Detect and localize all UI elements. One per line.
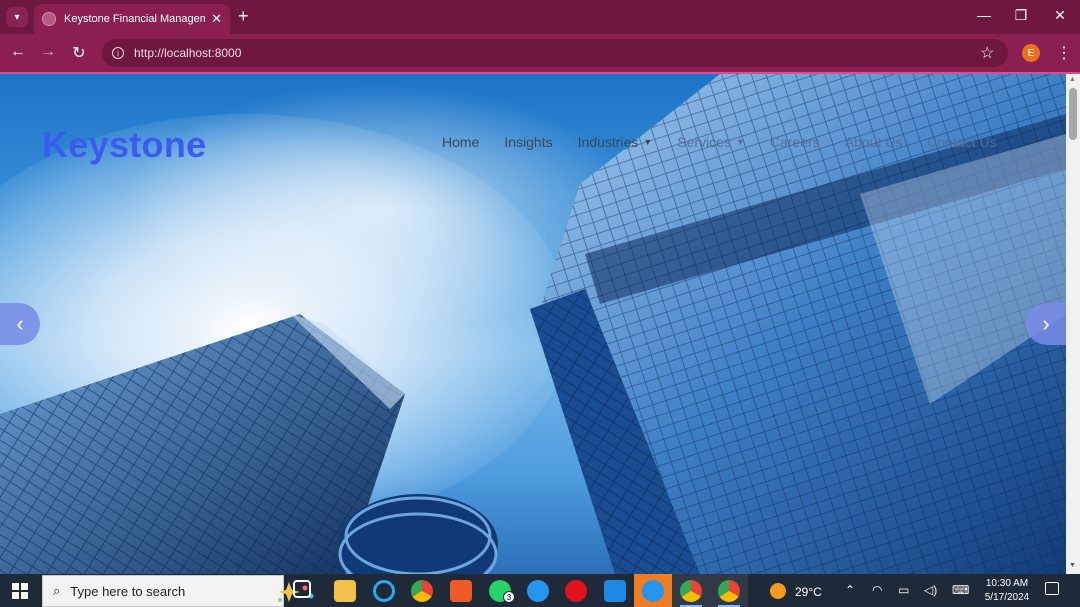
- taskbar-docker-active[interactable]: [634, 574, 672, 607]
- site-logo[interactable]: Keystone: [42, 124, 206, 166]
- vscode-icon[interactable]: [604, 580, 626, 602]
- nav-careers[interactable]: Careers: [770, 134, 820, 150]
- chrome-profile-icon: [718, 580, 740, 602]
- nav-home[interactable]: Home: [442, 134, 479, 150]
- search-icon: ⌕: [53, 583, 61, 598]
- forward-arrow-icon[interactable]: →: [38, 43, 58, 61]
- new-tab-button[interactable]: +: [238, 6, 249, 27]
- clock-time: 10:30 AM: [985, 578, 1029, 589]
- app-icon[interactable]: [450, 580, 472, 602]
- docker-icon: [642, 580, 664, 602]
- chevron-up-icon[interactable]: ⌃: [845, 583, 855, 597]
- chevron-left-icon: ‹: [16, 311, 24, 336]
- minimize-button[interactable]: —: [974, 7, 994, 23]
- tab-title: Keystone Financial Management: [64, 13, 206, 25]
- close-window-button[interactable]: ✕: [1050, 7, 1070, 24]
- restore-button[interactable]: ❐: [1011, 7, 1031, 24]
- chrome-icon[interactable]: [411, 580, 433, 602]
- weather-temperature[interactable]: 29°C: [795, 585, 822, 599]
- taskbar-chrome-active[interactable]: [672, 574, 710, 607]
- nav-industries[interactable]: Industries ▼: [578, 134, 653, 150]
- system-clock[interactable]: 10:30 AM 5/17/2024: [984, 577, 1030, 605]
- page-scrollbar[interactable]: ▲ ▼: [1066, 74, 1080, 574]
- reload-icon[interactable]: ↻: [69, 43, 89, 63]
- address-toolbar: ← → ↻ i http://localhost:8000 ☆ E ⋮: [0, 34, 1080, 72]
- chevron-down-icon: ▾: [14, 11, 20, 23]
- globe-icon: [42, 12, 56, 26]
- keyboard-icon[interactable]: ⌨: [952, 583, 969, 597]
- chevron-down-icon: ▼: [643, 137, 653, 147]
- carousel-prev-button[interactable]: ‹: [0, 303, 40, 345]
- scroll-down-icon[interactable]: ▼: [1069, 562, 1076, 569]
- chrome-profile-icon: [680, 580, 702, 602]
- tab-search-button[interactable]: ▾: [6, 7, 28, 27]
- nav-contact-us[interactable]: Contact Us: [927, 134, 996, 150]
- back-arrow-icon[interactable]: ←: [8, 43, 28, 61]
- close-tab-icon[interactable]: ✕: [211, 11, 222, 27]
- battery-icon[interactable]: ▭: [898, 583, 909, 597]
- taskbar-search-box[interactable]: ⌕ Type here to search: [42, 575, 314, 607]
- windows-start-icon[interactable]: [12, 583, 28, 599]
- hero-carousel: Keystone Home Insights Industries ▼ Servi…: [0, 74, 1066, 574]
- volume-icon[interactable]: ◁): [924, 583, 937, 597]
- docker-icon[interactable]: [527, 580, 549, 602]
- nav-about-us[interactable]: About Us: [845, 134, 903, 150]
- carousel-next-button[interactable]: ›: [1026, 303, 1066, 345]
- nav-insights[interactable]: Insights: [504, 134, 552, 150]
- nav-services[interactable]: Services ▼: [677, 134, 745, 150]
- site-info-icon[interactable]: i: [112, 47, 124, 59]
- cortana-icon[interactable]: [373, 580, 395, 602]
- chevron-right-icon: ›: [1042, 311, 1050, 336]
- whatsapp-badge: 3: [503, 591, 515, 603]
- scroll-thumb[interactable]: [1069, 88, 1077, 140]
- file-explorer-icon[interactable]: [334, 580, 356, 602]
- taskbar-chrome-2[interactable]: [710, 574, 748, 607]
- weather-icon[interactable]: [770, 583, 786, 599]
- opera-icon[interactable]: [565, 580, 587, 602]
- notification-icon[interactable]: [1045, 582, 1059, 595]
- tab-strip: ▾ Keystone Financial Management ✕ + — ❐ …: [0, 0, 1080, 34]
- network-icon[interactable]: ◠: [872, 583, 882, 597]
- task-view-icon[interactable]: [293, 580, 311, 598]
- browser-tab[interactable]: Keystone Financial Management ✕: [34, 4, 230, 34]
- search-placeholder: Type here to search: [70, 583, 186, 599]
- scroll-up-icon[interactable]: ▲: [1069, 76, 1076, 83]
- address-bar[interactable]: i http://localhost:8000: [102, 39, 1008, 67]
- url-text: http://localhost:8000: [134, 46, 242, 60]
- profile-avatar[interactable]: E: [1022, 44, 1040, 62]
- browser-menu-icon[interactable]: ⋮: [1056, 43, 1072, 63]
- main-nav: Home Insights Industries ▼ Services ▼ Care…: [442, 134, 1021, 150]
- clock-date: 5/17/2024: [984, 592, 1030, 603]
- chevron-down-icon: ▼: [735, 137, 745, 147]
- bookmark-star-icon[interactable]: ☆: [980, 43, 994, 63]
